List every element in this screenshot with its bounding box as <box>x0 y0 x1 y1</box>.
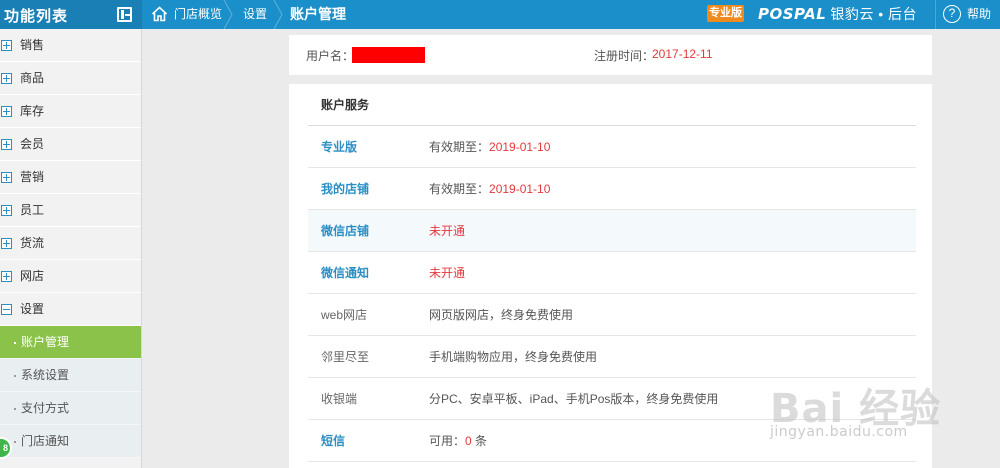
service-row: 我的店铺 有效期至：2019-01-10 <box>308 168 916 210</box>
collapse-minus-icon <box>1 304 12 315</box>
sidebar-subitem-payment-methods[interactable]: 支付方式 <box>0 392 141 425</box>
service-name-neighborhood: 邻里尽至 <box>321 350 370 364</box>
service-info: 有效期至：2019-01-10 <box>429 168 550 210</box>
service-info: 有效期至：2019-01-10 <box>429 126 550 168</box>
expand-plus-icon <box>1 139 12 150</box>
help-label: 帮助 <box>967 7 992 21</box>
breadcrumb-home-label: 门店概览 <box>174 7 223 21</box>
sidebar-item-label: 销售 <box>20 38 45 52</box>
service-name-sms[interactable]: 短信 <box>321 420 345 462</box>
sidebar-item-products[interactable]: 商品 <box>0 62 141 95</box>
service-info: 网页版网店，终身免费使用 <box>429 308 574 322</box>
breadcrumb-separator-icon <box>223 0 233 29</box>
register-date: 2017-12-11 <box>652 47 713 61</box>
sidebar-item-label: 会员 <box>20 137 45 151</box>
expand-plus-icon <box>1 205 12 216</box>
help-button[interactable]: ? 帮助 <box>943 0 991 29</box>
sidebar-item-label: 网店 <box>20 269 45 283</box>
brand-subtitle: 银豹云 • 后台 <box>830 6 918 22</box>
service-name-pro[interactable]: 专业版 <box>321 126 357 168</box>
service-info-value: 2019-01-10 <box>489 182 551 196</box>
sidebar-item-staff[interactable]: 员工 <box>0 194 141 227</box>
service-info-prefix: 有效期至： <box>429 182 490 196</box>
username-redacted <box>352 47 425 63</box>
service-row: web网店 网页版网店，终身免费使用 <box>308 294 916 336</box>
sidebar-item-settings[interactable]: 设置 <box>0 293 141 326</box>
sidebar-subitem-label: 支付方式 <box>21 401 70 415</box>
expand-plus-icon <box>1 238 12 249</box>
user-info-card: 用户名： 注册时间： 2017-12-11 <box>289 35 932 75</box>
service-row: 专业版 有效期至：2019-01-10 <box>308 126 916 168</box>
sidebar-subitem-label: 门店通知 <box>21 434 70 448</box>
watermark-url: jingyan.baidu.com <box>770 424 908 440</box>
sidebar-subitem-label: 系统设置 <box>21 368 70 382</box>
service-info-prefix: 可用： <box>429 434 466 448</box>
sidebar-item-inventory[interactable]: 库存 <box>0 95 141 128</box>
service-info: 未开通 <box>429 252 465 294</box>
sidebar-item-logistics[interactable]: 货流 <box>0 227 141 260</box>
function-list-header: 功能列表 <box>0 0 142 29</box>
sidebar-item-label: 库存 <box>20 104 45 118</box>
service-info: 手机端购物应用，终身免费使用 <box>429 350 598 364</box>
username-label: 用户名： <box>306 49 355 63</box>
sidebar-item-online-store[interactable]: 网店 <box>0 260 141 293</box>
expand-plus-icon <box>1 73 12 84</box>
sidebar: 销售 商品 库存 会员 营销 员工 货流 网店 设置 账户管理 系统设置 支付方… <box>0 29 142 468</box>
bullet-icon <box>14 408 16 410</box>
services-heading: 账户服务 <box>308 84 916 126</box>
register-time-label: 注册时间： <box>594 49 655 63</box>
service-name-wechat-store[interactable]: 微信店铺 <box>321 210 369 252</box>
service-info: 分PC、安卓平板、iPad、手机Pos版本，终身免费使用 <box>429 392 719 406</box>
baidu-jingyan-watermark: Bai 经验 jingyan.baidu.com <box>770 376 990 456</box>
top-bar: 功能列表 门店概览 设置 账户管理 专业版 POSPAL 银豹云 • 后台 ? 帮… <box>0 0 1000 29</box>
sidebar-item-sales[interactable]: 销售 <box>0 29 141 62</box>
pro-edition-badge: 专业版 <box>707 5 744 22</box>
sidebar-subitem-account-management[interactable]: 账户管理 <box>0 326 141 359</box>
service-row: 微信通知 未开通 <box>308 252 916 294</box>
sidebar-subitem-system-settings[interactable]: 系统设置 <box>0 359 141 392</box>
bullet-icon <box>14 375 16 377</box>
service-info-value: 2019-01-10 <box>489 140 551 154</box>
sidebar-item-label: 员工 <box>20 203 45 217</box>
service-info: 可用：0 条 <box>429 420 487 462</box>
service-info: 未开通 <box>429 210 465 252</box>
breadcrumb-settings-label: 设置 <box>243 7 268 21</box>
topbar-divider <box>935 0 936 29</box>
breadcrumb-home[interactable]: 门店概览 <box>142 0 232 29</box>
service-name-wechat-notify[interactable]: 微信通知 <box>321 252 369 294</box>
expand-plus-icon <box>1 106 12 117</box>
sidebar-item-label: 商品 <box>20 71 45 85</box>
bullet-icon <box>14 342 16 344</box>
sidebar-subitem-label: 账户管理 <box>21 335 70 349</box>
service-info-suffix: 条 <box>471 434 488 448</box>
brand-logo-text: POSPAL <box>758 5 827 23</box>
service-name-web-store: web网店 <box>321 308 368 322</box>
service-info-value: 未开通 <box>429 224 466 238</box>
sidebar-item-label: 营销 <box>20 170 45 184</box>
service-name-my-store[interactable]: 我的店铺 <box>321 168 369 210</box>
service-info-value: 0 <box>465 434 472 448</box>
sidebar-item-members[interactable]: 会员 <box>0 128 141 161</box>
service-row: 微信店铺 未开通 <box>308 210 916 252</box>
function-list-title: 功能列表 <box>4 8 69 25</box>
breadcrumb-settings[interactable]: 设置 <box>233 0 277 29</box>
service-row: 邻里尽至 手机端购物应用，终身免费使用 <box>308 336 916 378</box>
sidebar-subitem-store-notifications[interactable]: 门店通知 <box>0 425 141 458</box>
sidebar-item-marketing[interactable]: 营销 <box>0 161 141 194</box>
bullet-icon <box>14 441 16 443</box>
brand-logo: POSPAL 银豹云 • 后台 <box>758 4 917 24</box>
help-icon: ? <box>943 5 961 23</box>
service-name-cashier: 收银端 <box>321 392 358 406</box>
collapse-sidebar-icon[interactable] <box>117 7 132 22</box>
sidebar-item-label: 货流 <box>20 236 45 250</box>
service-info-value: 未开通 <box>429 266 466 280</box>
service-info-prefix: 有效期至： <box>429 140 490 154</box>
breadcrumb-current: 账户管理 <box>280 0 400 29</box>
sidebar-item-label: 设置 <box>20 302 45 316</box>
home-icon <box>151 6 168 22</box>
breadcrumb-current-label: 账户管理 <box>290 6 346 22</box>
expand-plus-icon <box>1 172 12 183</box>
expand-plus-icon <box>1 271 12 282</box>
expand-plus-icon <box>1 40 12 51</box>
